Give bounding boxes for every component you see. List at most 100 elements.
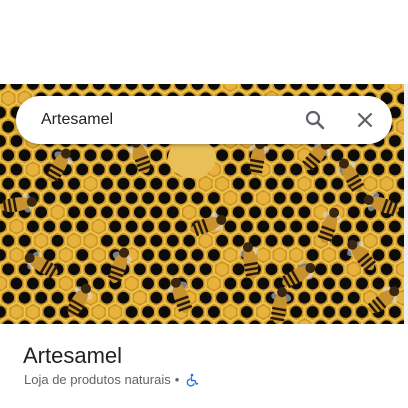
comb-cell-hole bbox=[2, 92, 15, 105]
comb-cell-hole bbox=[101, 149, 113, 162]
comb-cell-hole bbox=[232, 206, 245, 219]
comb-cell-hole bbox=[68, 177, 80, 190]
comb-cell-hole bbox=[356, 220, 368, 233]
comb-cell-hole bbox=[224, 249, 237, 261]
comb-cell-hole bbox=[240, 277, 253, 290]
comb-cell-hole bbox=[389, 163, 401, 176]
place-info-panel[interactable]: Artesamel Loja de produtos naturais • bbox=[0, 324, 408, 408]
comb-cell-hole bbox=[76, 220, 89, 233]
comb-cell-hole bbox=[265, 263, 278, 276]
comb-cell-hole bbox=[117, 149, 130, 162]
comb-cell-hole bbox=[142, 220, 154, 233]
comb-cell-hole bbox=[257, 277, 270, 290]
search-input[interactable]: Artesamel bbox=[41, 96, 113, 144]
comb-cell-hole bbox=[76, 192, 89, 204]
comb-cell-hole bbox=[380, 263, 393, 276]
comb-cell-hole bbox=[84, 177, 97, 190]
comb-cell-hole bbox=[125, 192, 138, 204]
comb-cell-hole bbox=[150, 177, 163, 190]
comb-cell-hole bbox=[117, 206, 130, 219]
comb-cell-hole bbox=[257, 192, 270, 204]
comb-cell-hole bbox=[323, 163, 335, 176]
comb-cell-hole bbox=[35, 206, 48, 219]
comb-cell-hole bbox=[389, 220, 401, 233]
comb-cell-hole bbox=[109, 192, 122, 204]
comb-cell-hole bbox=[224, 306, 237, 318]
comb-cell-hole bbox=[314, 177, 327, 190]
comb-cell-hole bbox=[10, 163, 23, 176]
comb-cell-hole bbox=[380, 234, 393, 247]
comb-cell-hole bbox=[339, 306, 352, 318]
comb-cell-hole bbox=[265, 234, 278, 247]
comb-cell-hole bbox=[389, 249, 401, 261]
comb-cell-hole bbox=[372, 249, 385, 261]
comb-cell-hole bbox=[257, 249, 270, 261]
comb-cell-hole bbox=[109, 220, 122, 233]
comb-cell-hole bbox=[10, 135, 23, 147]
photo-edge bbox=[404, 84, 408, 324]
comb-cell-hole bbox=[18, 234, 31, 247]
comb-cell-hole bbox=[101, 206, 113, 219]
comb-cell-hole bbox=[43, 277, 56, 290]
comb-cell-hole bbox=[35, 234, 48, 247]
comb-cell-hole bbox=[290, 306, 303, 318]
comb-cell-hole bbox=[166, 206, 179, 219]
comb-cell-hole bbox=[356, 277, 368, 290]
comb-cell-hole bbox=[290, 249, 303, 261]
comb-cell-hole bbox=[306, 249, 319, 261]
comb-cell-hole bbox=[306, 277, 319, 290]
search-bar[interactable]: Artesamel bbox=[16, 96, 392, 144]
close-icon[interactable] bbox=[353, 108, 377, 132]
comb-cell-hole bbox=[323, 192, 335, 204]
comb-cell-hole bbox=[35, 177, 48, 190]
comb-cell-hole bbox=[142, 249, 154, 261]
comb-cell-hole bbox=[84, 263, 97, 276]
comb-cell-hole bbox=[68, 263, 80, 276]
comb-cell-hole bbox=[389, 306, 401, 318]
comb-cell-hole bbox=[117, 291, 130, 304]
search-icon[interactable] bbox=[303, 108, 327, 132]
comb-cell-hole bbox=[298, 206, 311, 219]
comb-cell-hole bbox=[92, 220, 105, 233]
comb-cell-hole bbox=[364, 177, 377, 190]
comb-cell-hole bbox=[249, 177, 261, 190]
comb-cell-hole bbox=[199, 291, 212, 304]
comb-cell-hole bbox=[175, 192, 187, 204]
comb-cell-hole bbox=[10, 220, 23, 233]
comb-cell-hole bbox=[92, 163, 105, 176]
comb-cell-hole bbox=[158, 249, 171, 261]
comb-cell-hole bbox=[224, 220, 237, 233]
comb-cell-hole bbox=[249, 206, 261, 219]
comb-cell-hole bbox=[142, 277, 154, 290]
comb-cell-hole bbox=[282, 149, 294, 162]
comb-cell-hole bbox=[380, 149, 393, 162]
comb-cell-hole bbox=[125, 220, 138, 233]
comb-cell-hole bbox=[27, 277, 39, 290]
comb-cell-hole bbox=[142, 306, 154, 318]
comb-cell-hole bbox=[249, 291, 261, 304]
comb-cell-hole bbox=[59, 249, 72, 261]
comb-cell-hole bbox=[43, 306, 56, 318]
comb-cell-hole bbox=[208, 277, 220, 290]
comb-cell-hole bbox=[323, 306, 335, 318]
comb-cell-hole bbox=[240, 220, 253, 233]
comb-cell-hole bbox=[347, 149, 360, 162]
comb-cell-hole bbox=[166, 234, 179, 247]
comb-cell-hole bbox=[76, 163, 89, 176]
comb-cell-hole bbox=[314, 263, 327, 276]
comb-cell-hole bbox=[183, 263, 196, 276]
comb-cell-hole bbox=[282, 177, 294, 190]
comb-cell-hole bbox=[273, 220, 286, 233]
comb-cell-hole bbox=[183, 206, 196, 219]
comb-cell-hole bbox=[150, 291, 163, 304]
comb-cell-hole bbox=[18, 291, 31, 304]
capped-cell bbox=[168, 138, 216, 178]
comb-cell-hole bbox=[2, 177, 15, 190]
comb-cell-hole bbox=[191, 277, 204, 290]
comb-cell-hole bbox=[356, 163, 368, 176]
comb-cell-hole bbox=[282, 234, 294, 247]
comb-cell-hole bbox=[84, 234, 97, 247]
comb-cell-hole bbox=[323, 277, 335, 290]
comb-cell-hole bbox=[290, 163, 303, 176]
comb-cell-hole bbox=[68, 234, 80, 247]
